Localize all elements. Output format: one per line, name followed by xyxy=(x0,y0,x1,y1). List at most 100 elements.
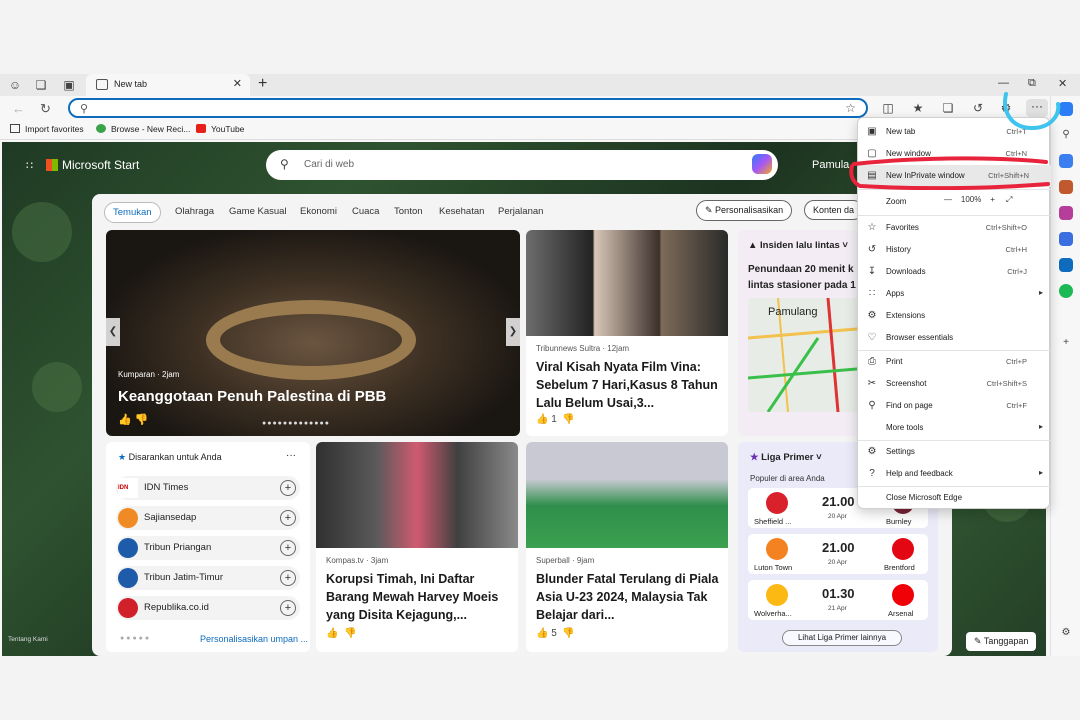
menu-item-browser-essentials[interactable]: ♡ Browser essentials xyxy=(858,327,1051,349)
about-link[interactable]: Tentang Kami xyxy=(8,636,48,643)
tab-temukan[interactable]: Temukan xyxy=(104,202,161,223)
shopping-icon[interactable] xyxy=(1059,154,1073,168)
menu-item-help-and-feedback[interactable]: ? Help and feedback ▸ xyxy=(858,463,1051,485)
favorites-star-icon[interactable]: ★ xyxy=(910,100,926,116)
see-more-league-button[interactable]: Lihat Liga Primer lainnya xyxy=(782,630,902,646)
menu-item-apps[interactable]: ∷ Apps ▸ xyxy=(858,283,1051,305)
minimize-icon[interactable]: — xyxy=(998,77,1009,89)
tab-new-tab[interactable]: New tab ✕ xyxy=(86,74,250,96)
carousel-prev-icon[interactable]: ❮ xyxy=(106,318,120,346)
user-name[interactable]: Pamula xyxy=(812,159,849,171)
news-title[interactable]: Viral Kisah Nyata Film Vina: Sebelum 7 H… xyxy=(536,358,720,412)
zoom-in-icon[interactable]: + xyxy=(990,195,995,204)
tab-perjalanan[interactable]: Perjalanan xyxy=(498,206,543,217)
new-tab-plus-icon[interactable]: + xyxy=(258,75,267,93)
tab-ekonomi[interactable]: Ekonomi xyxy=(300,206,337,217)
tab-kesehatan[interactable]: Kesehatan xyxy=(439,206,484,217)
match-row[interactable]: Luton Town 21.00 20 Apr Brentford xyxy=(748,534,928,574)
sidebar-settings-icon[interactable]: ⚙ xyxy=(1059,626,1073,640)
split-screen-icon[interactable]: ◫ xyxy=(880,100,896,116)
traffic-map[interactable]: Pamulang xyxy=(748,298,858,412)
background-texture xyxy=(12,202,72,262)
menu-item-find-on-page[interactable]: ⚲ Find on page Ctrl+F xyxy=(858,395,1051,417)
suggestion-item[interactable]: Tribun Jatim-Timur + xyxy=(116,566,300,590)
brand[interactable]: ∷ Microsoft Start xyxy=(26,158,139,172)
workspaces-icon[interactable]: ❏ xyxy=(34,78,48,92)
tab-actions-icon[interactable]: ▣ xyxy=(62,78,76,92)
history-icon[interactable]: ↺ xyxy=(970,100,986,116)
print-icon: ⎙ xyxy=(868,356,876,367)
menu-item-favorites[interactable]: ☆ Favorites Ctrl+Shift+O xyxy=(858,217,1051,239)
favorite-star-icon[interactable]: ☆ xyxy=(845,101,856,115)
menu-item-history[interactable]: ↺ History Ctrl+H xyxy=(858,239,1051,261)
favorite-browse[interactable]: Browse - New Reci... xyxy=(96,124,190,134)
favorite-import[interactable]: Import favorites xyxy=(10,124,84,134)
team-logo xyxy=(766,492,788,514)
games-icon[interactable] xyxy=(1059,206,1073,220)
spotify-icon[interactable] xyxy=(1059,284,1073,298)
add-source-icon[interactable]: + xyxy=(280,540,296,556)
feedback-button[interactable]: ✎ Tanggapan xyxy=(966,632,1037,651)
more-icon[interactable]: ··· xyxy=(286,450,296,461)
menu-item-settings[interactable]: ⚙ Settings xyxy=(858,441,1051,463)
menu-item-print[interactable]: ⎙ Print Ctrl+P xyxy=(858,351,1051,373)
news-reactions[interactable]: 👍 👎 xyxy=(326,628,356,639)
tools-icon[interactable] xyxy=(1059,180,1073,194)
fullscreen-icon[interactable]: ⤢ xyxy=(1006,195,1012,204)
add-source-icon[interactable]: + xyxy=(280,480,296,496)
close-window-icon[interactable]: ✕ xyxy=(1058,77,1067,90)
outlook-icon[interactable] xyxy=(1059,258,1073,272)
carousel-next-icon[interactable]: ❯ xyxy=(506,318,520,346)
profile-icon[interactable]: ☺ xyxy=(8,78,22,92)
collections-icon[interactable]: ❏ xyxy=(940,100,956,116)
content-button[interactable]: Konten da xyxy=(804,200,864,220)
copilot-icon[interactable] xyxy=(752,154,772,174)
hero-title[interactable]: Keanggotaan Penuh Palestina di PBB xyxy=(118,388,386,405)
like-dislike-icons[interactable]: 👍 👎 xyxy=(118,413,148,426)
add-app-icon[interactable]: + xyxy=(1059,336,1073,350)
add-source-icon[interactable]: + xyxy=(280,510,296,526)
feed-panel: Temukan Olahraga Game Kasual Ekonomi Cua… xyxy=(92,194,952,656)
address-bar[interactable]: ⚲ ☆ xyxy=(68,98,868,118)
tab-tonton[interactable]: Tonton xyxy=(394,206,423,217)
restore-icon[interactable]: ⧉ xyxy=(1028,77,1036,90)
youtube-icon xyxy=(196,124,206,133)
tab-game-kasual[interactable]: Game Kasual xyxy=(229,206,287,217)
match-row[interactable]: Wolverha... 01.30 21 Apr Arsenal xyxy=(748,580,928,620)
menu-item-screenshot[interactable]: ✂ Screenshot Ctrl+Shift+S xyxy=(858,373,1051,395)
refresh-icon[interactable]: ↻ xyxy=(40,101,51,117)
zoom-out-icon[interactable]: — xyxy=(944,195,952,204)
news-card[interactable]: Tribunnews Sultra · 12jam Viral Kisah Ny… xyxy=(526,230,728,436)
news-reactions[interactable]: 👍 5 👎 xyxy=(536,628,575,639)
add-source-icon[interactable]: + xyxy=(280,570,296,586)
favorite-youtube[interactable]: YouTube xyxy=(196,124,244,134)
favorites-icon: ☆ xyxy=(867,222,877,233)
league-heading[interactable]: ★ Liga Primer ˅ xyxy=(750,452,822,463)
microsoft-365-icon[interactable] xyxy=(1059,232,1073,246)
web-search-box[interactable]: ⚲ Cari di web xyxy=(266,150,778,180)
hero-card[interactable]: ❮ ❯ Kumparan · 2jam Keanggotaan Penuh Pa… xyxy=(106,230,520,436)
suggestion-item[interactable]: Tribun Priangan + xyxy=(116,536,300,560)
tab-olahraga[interactable]: Olahraga xyxy=(175,206,214,217)
news-title[interactable]: Korupsi Timah, Ini Daftar Barang Mewah H… xyxy=(326,570,510,624)
news-title[interactable]: Blunder Fatal Terulang di Piala Asia U-2… xyxy=(536,570,720,624)
tab-close-icon[interactable]: ✕ xyxy=(233,77,242,90)
suggestion-item[interactable]: Republika.co.id + xyxy=(116,596,300,620)
personalize-button[interactable]: ✎ Personalisasikan xyxy=(696,200,793,221)
menu-item-close-edge[interactable]: Close Microsoft Edge xyxy=(858,487,1051,509)
suggestion-item[interactable]: IDN IDN Times + xyxy=(116,476,300,500)
add-source-icon[interactable]: + xyxy=(280,600,296,616)
news-card[interactable]: Kompas.tv · 3jam Korupsi Timah, Ini Daft… xyxy=(316,442,518,652)
news-card[interactable]: Superball · 9jam Blunder Fatal Terulang … xyxy=(526,442,728,652)
traffic-card[interactable]: ▲ Insiden lalu lintas ˅ Penundaan 20 men… xyxy=(738,230,858,436)
menu-item-downloads[interactable]: ↧ Downloads Ctrl+J xyxy=(858,261,1051,283)
personalize-feed-link[interactable]: Personalisasikan umpan ... xyxy=(200,634,308,644)
menu-item-more-tools[interactable]: More tools ▸ xyxy=(858,417,1051,439)
suggestion-item[interactable]: Sajiansedap + xyxy=(116,506,300,530)
news-reactions[interactable]: 👍 1 👎 xyxy=(536,414,575,425)
chevron-right-icon: ▸ xyxy=(1038,288,1043,297)
app-launcher-icon[interactable]: ∷ xyxy=(26,159,38,172)
menu-item-extensions[interactable]: ⚙ Extensions xyxy=(858,305,1051,327)
tab-cuaca[interactable]: Cuaca xyxy=(352,206,379,217)
back-icon[interactable]: ← xyxy=(12,101,25,116)
